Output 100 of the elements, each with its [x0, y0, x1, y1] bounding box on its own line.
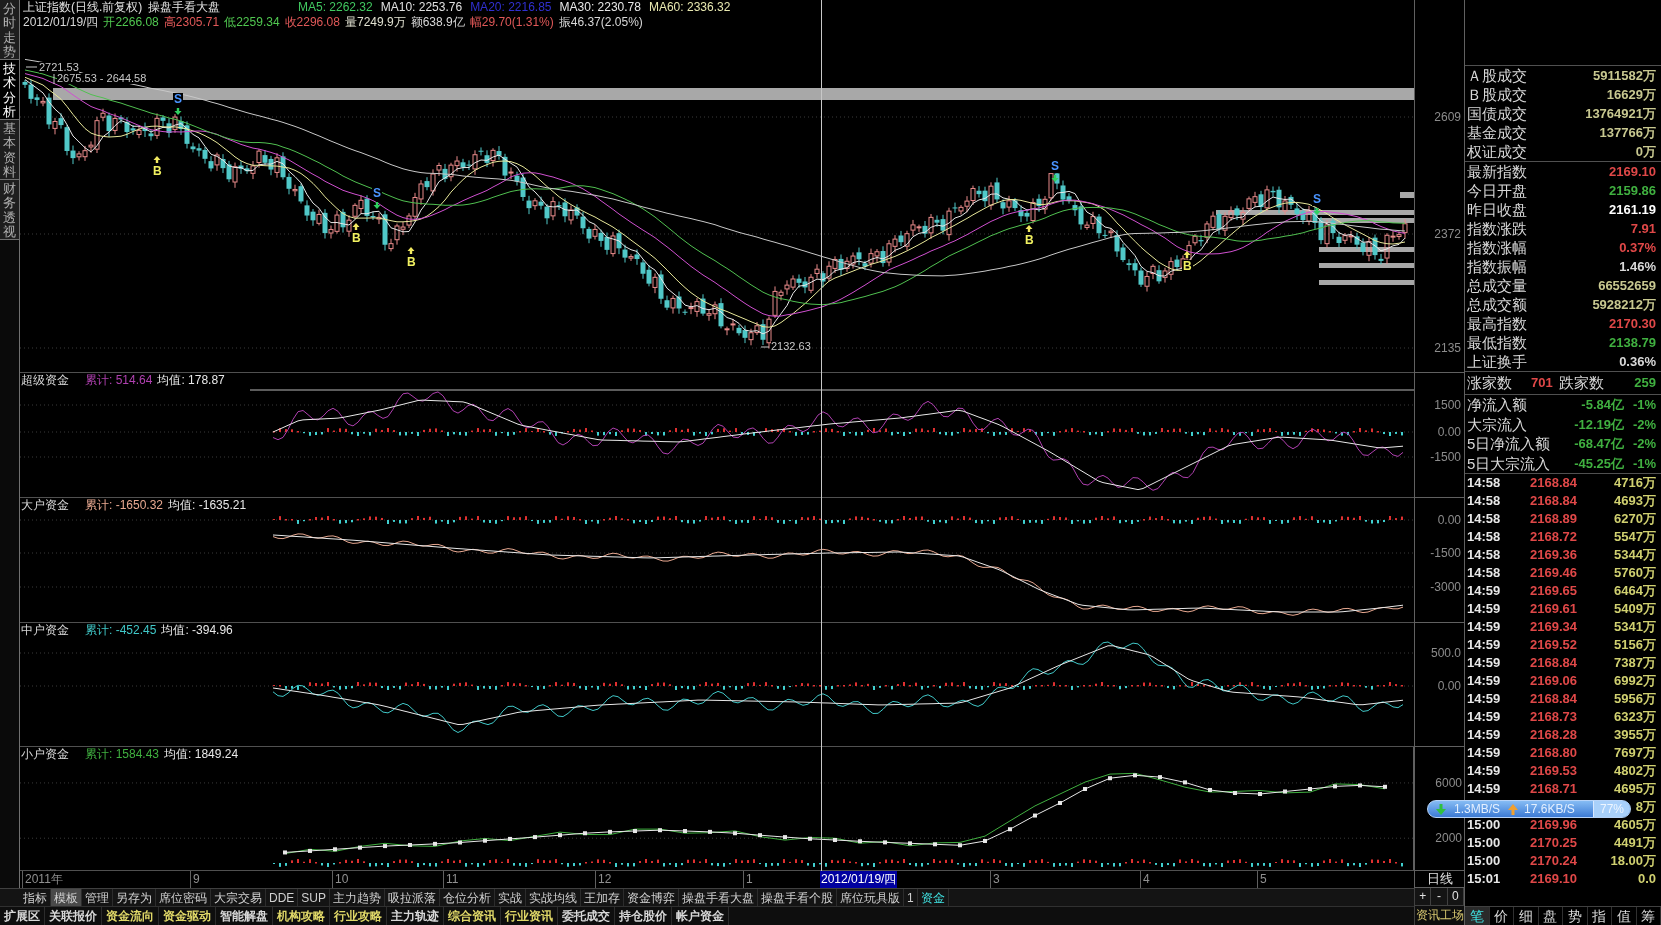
tick-price: 2169.52 — [1530, 637, 1577, 652]
data-point — [1008, 827, 1012, 832]
buy-signal-label: B — [406, 256, 417, 269]
chart-title: 上证指数(日线.前复权) — [23, 0, 143, 15]
tick-price: 2169.53 — [1530, 763, 1577, 778]
tick-time: 14:59 — [1467, 763, 1501, 778]
field-label: 昨日收盘 — [1467, 200, 1527, 219]
bar-info-value: 额638.9亿 — [410, 15, 465, 30]
data-point — [1233, 791, 1237, 795]
field-value: 137766万 — [1599, 124, 1656, 142]
data-point — [658, 828, 662, 833]
panel-tab[interactable]: 扩展区 — [0, 907, 45, 925]
field-label: 净流入额 — [1467, 395, 1527, 415]
bar-info-value: 高2305.71 — [163, 15, 220, 30]
data-point — [1033, 813, 1037, 818]
panel-tab[interactable]: 资金流向 — [102, 907, 159, 925]
down-arrow-icon — [174, 108, 182, 115]
data-point — [833, 838, 837, 842]
field-label: 上证换手 — [1467, 352, 1527, 371]
field-value: 2138.79 — [1609, 334, 1656, 352]
data-point — [1083, 787, 1087, 791]
cursor-date: 2012/01/19/四 — [820, 871, 898, 888]
panel-title: 超级资金 — [21, 373, 70, 388]
data-point — [1208, 788, 1212, 792]
data-point — [1333, 784, 1337, 789]
panel-tab[interactable]: 帐户资金 — [672, 907, 729, 925]
panel-title: 大户资金 — [21, 498, 70, 513]
tick-price: 2168.84 — [1530, 475, 1577, 490]
side-tab[interactable]: 技术分析 — [0, 60, 19, 120]
data-point — [758, 833, 762, 838]
panel-tab[interactable]: 委托成交 — [558, 907, 615, 925]
field-value: 2169.10 — [1609, 163, 1656, 181]
tick-volume: 5341万 — [1614, 619, 1656, 634]
data-point — [433, 841, 437, 846]
flow-share: -2% — [1631, 435, 1656, 453]
field-value: 2161.19 — [1609, 201, 1656, 219]
data-point — [1058, 800, 1062, 805]
zoom-in-button[interactable]: + — [1415, 888, 1432, 905]
bar-info-value: 开2266.08 — [103, 15, 159, 30]
field-label: 大宗流入 — [1467, 414, 1527, 434]
tick-price: 2168.84 — [1530, 655, 1577, 670]
moving-average-value: MA30: 2230.78 — [559, 0, 641, 15]
field-value: 7.91 — [1630, 220, 1656, 238]
panel-tab[interactable]: 智能解盘 — [216, 907, 273, 925]
tick-volume: 6270万 — [1614, 511, 1656, 526]
tick-volume: 5344万 — [1614, 547, 1656, 562]
side-tab[interactable]: 基本资料 — [0, 120, 19, 180]
panel-tab[interactable]: 主力轨迹 — [387, 907, 444, 925]
field-label: 总成交额 — [1467, 295, 1527, 314]
data-point — [1158, 775, 1162, 780]
template-tab[interactable]: 模板 — [51, 889, 82, 906]
period-button[interactable]: 日线 — [1426, 871, 1453, 887]
field-label: 今日开盘 — [1467, 181, 1527, 200]
flow-share: -1% — [1631, 396, 1656, 414]
panel-tab[interactable]: 资金驱动 — [159, 907, 216, 925]
field-value: 1.46% — [1619, 258, 1656, 276]
side-tab[interactable]: 分时走势 — [0, 0, 19, 60]
field-label: 最高指数 — [1467, 314, 1527, 333]
panel-tab[interactable]: 关联报价 — [45, 907, 102, 925]
data-point — [633, 829, 637, 834]
tick-volume: 7697万 — [1614, 745, 1656, 760]
moving-average-value: MA5: 2262.32 — [298, 0, 373, 15]
data-point — [1358, 783, 1362, 788]
tick-time: 15:00 — [1467, 817, 1501, 832]
up-arrow-icon — [352, 223, 360, 230]
axis-label: 6000 — [1435, 775, 1462, 790]
field-value: 5911582万 — [1593, 67, 1656, 85]
usage-percent: 77% — [1592, 801, 1630, 817]
field-value: 701 — [1531, 374, 1553, 393]
zoom-out-button[interactable]: - — [1431, 888, 1448, 905]
info-workshop-tab[interactable]: 资讯工场 — [1415, 907, 1464, 924]
tick-price: 2168.84 — [1530, 493, 1577, 508]
side-tab[interactable]: 财务透视 — [0, 180, 19, 240]
bar-info-value: 量7249.9万 — [344, 15, 406, 30]
down-arrow-icon — [1051, 175, 1059, 182]
panel-tab[interactable]: 行业资讯 — [501, 907, 558, 925]
panel-tab[interactable]: 行业攻略 — [330, 907, 387, 925]
data-point — [533, 835, 537, 840]
cumulative-value: 累计: -1650.32 — [85, 498, 164, 513]
up-arrow-icon — [1508, 803, 1519, 815]
panel-tab[interactable]: 机构攻略 — [273, 907, 330, 925]
data-point — [608, 829, 612, 834]
data-point — [358, 845, 362, 850]
quote-tab[interactable]: 笔 — [1465, 907, 1490, 925]
down-arrow-icon — [1313, 208, 1321, 215]
leader-line — [760, 346, 770, 348]
tick-time: 15:01 — [1467, 871, 1501, 886]
field-value: 2159.86 — [1609, 182, 1656, 200]
leader-line — [53, 73, 55, 85]
panel-tab[interactable]: 持仓股价 — [615, 907, 672, 925]
axis-label: 2609 — [1434, 110, 1461, 124]
up-arrow-icon — [153, 156, 161, 163]
axis-label: -3000 — [1430, 580, 1461, 594]
panel-tab[interactable]: 综合资讯 — [444, 907, 501, 925]
axis-label: 1500 — [1434, 398, 1461, 412]
data-point — [958, 843, 962, 848]
tick-price: 2168.80 — [1530, 745, 1577, 760]
tick-volume: 4491万 — [1614, 835, 1656, 850]
tick-price: 2169.65 — [1530, 583, 1577, 598]
field-label: 指数涨幅 — [1467, 238, 1527, 257]
